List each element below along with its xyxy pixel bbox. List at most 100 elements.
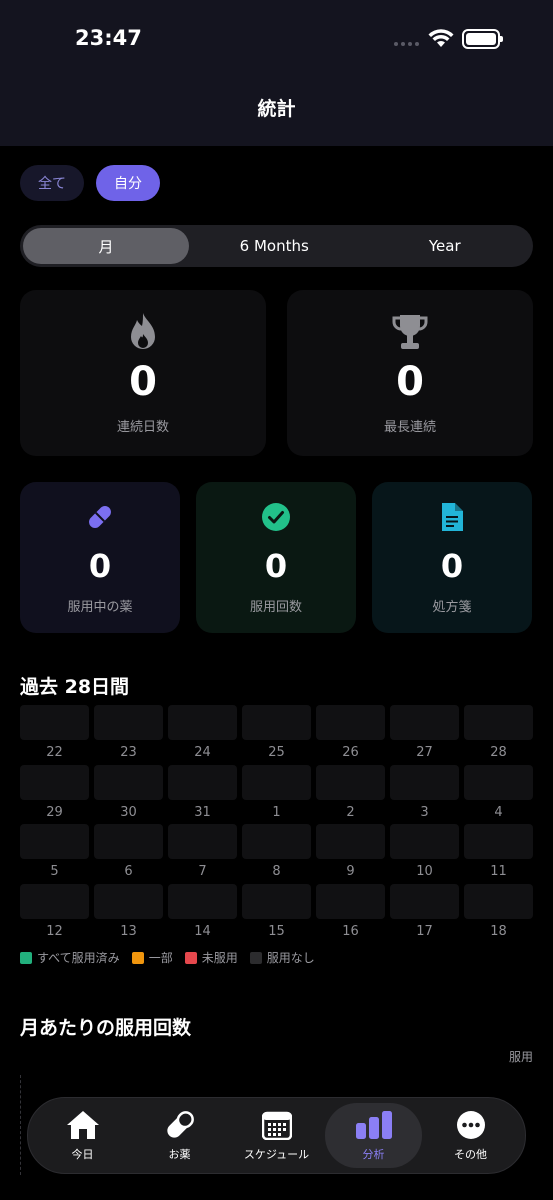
chart-unit-label: 服用 <box>508 1050 533 1064</box>
active-meds-value: 0 <box>88 547 112 585</box>
calendar-day[interactable]: 9 <box>316 824 385 884</box>
calendar-day[interactable]: 18 <box>464 883 533 944</box>
calendar-day-label: 11 <box>490 864 507 879</box>
calendar-day-label: 14 <box>194 923 211 939</box>
calendar-day-label: 29 <box>46 804 63 820</box>
calendar-day-label: 7 <box>198 864 207 879</box>
calendar-day[interactable]: 26 <box>316 705 385 765</box>
calendar-day[interactable]: 12 <box>20 883 89 944</box>
house-icon <box>66 1110 99 1139</box>
calendar-day-box <box>390 824 459 859</box>
calendar-day-box <box>316 883 385 919</box>
calendar-day[interactable]: 1 <box>242 764 311 825</box>
calendar-day[interactable]: 5 <box>20 824 89 884</box>
calendar-day[interactable]: 29 <box>20 764 89 825</box>
calendar-day[interactable]: 4 <box>464 764 533 825</box>
calendar-day-label: 16 <box>342 923 359 939</box>
legend-item: 未服用 <box>184 949 238 966</box>
calendar-day-label: 1 <box>272 804 281 820</box>
chip-self[interactable]: 自分 <box>96 165 160 201</box>
calendar-day-box <box>242 764 311 800</box>
legend-item: 一部 <box>131 949 173 966</box>
longest-streak-value: 0 <box>396 359 424 405</box>
calendar-day-box <box>316 824 385 859</box>
longest-streak-card: 0 最長連続 <box>287 290 533 456</box>
calendar-day[interactable]: 11 <box>464 824 533 884</box>
more-icon <box>456 1110 485 1139</box>
calendar-day-box <box>464 764 533 800</box>
calendar-day[interactable]: 27 <box>390 705 459 765</box>
chip-all[interactable]: 全て <box>20 165 84 201</box>
period-segmented-control: 月 6 Months Year <box>20 225 533 267</box>
calendar-day-label: 13 <box>120 923 137 939</box>
calendar-day-label: 17 <box>416 923 433 939</box>
calendar-day[interactable]: 16 <box>316 883 385 944</box>
calendar-day-box <box>390 883 459 919</box>
tab-schedule-label: スケジュール <box>243 1147 310 1161</box>
calendar-day-box <box>242 824 311 859</box>
calendar-day-label: 12 <box>46 923 63 939</box>
calendar-day-box <box>390 705 459 740</box>
calendar-day[interactable]: 25 <box>242 705 311 765</box>
tab-more[interactable]: その他 <box>422 1103 519 1168</box>
legend-item: 服用なし <box>249 949 315 966</box>
prescriptions-value: 0 <box>440 547 464 585</box>
calendar-day[interactable]: 24 <box>168 705 237 765</box>
chart-axis <box>20 1075 21 1175</box>
calendar-day[interactable]: 17 <box>390 883 459 944</box>
calendar-day[interactable]: 14 <box>168 883 237 944</box>
tab-analytics[interactable]: 分析 <box>325 1103 422 1168</box>
nav-header: 統計 <box>0 80 553 146</box>
status-bar: 23:47 <box>0 0 553 80</box>
calendar-day-box <box>168 705 237 740</box>
calendar-day[interactable]: 3 <box>390 764 459 825</box>
trophy-icon <box>392 315 428 349</box>
calendar-day[interactable]: 23 <box>94 705 163 765</box>
calendar-day[interactable]: 6 <box>94 824 163 884</box>
calendar-day[interactable]: 10 <box>390 824 459 884</box>
calendar-day[interactable]: 31 <box>168 764 237 825</box>
tab-today-label: 今日 <box>71 1147 94 1161</box>
calendar-day-label: 6 <box>124 864 133 879</box>
calendar-day-label: 31 <box>194 804 211 820</box>
calendar-day[interactable]: 22 <box>20 705 89 765</box>
calendar-day-label: 30 <box>120 804 137 820</box>
segment-6-months[interactable]: 6 Months <box>189 228 360 264</box>
calendar-day[interactable]: 15 <box>242 883 311 944</box>
pill-icon <box>89 506 111 528</box>
calendar-day-label: 5 <box>50 864 59 879</box>
calendar-day[interactable]: 8 <box>242 824 311 884</box>
calendar-day[interactable]: 13 <box>94 883 163 944</box>
check-circle-icon <box>262 503 290 531</box>
wifi-icon <box>428 29 454 47</box>
calendar-day-label: 26 <box>342 745 359 760</box>
calendar-day-box <box>390 764 459 800</box>
calendar-day-box <box>316 764 385 800</box>
calendar-day[interactable]: 28 <box>464 705 533 765</box>
tab-meds[interactable]: お薬 <box>131 1103 228 1168</box>
streak-card: 0 連続日数 <box>20 290 266 456</box>
calendar-grid: 22 23 24 25 26 27 28 29 30 31 1 2 3 4 5 6 7 8 9 10 11 12 13 14 1… <box>20 705 534 943</box>
tab-today[interactable]: 今日 <box>34 1103 131 1168</box>
legend-label: 未服用 <box>201 951 238 965</box>
doses-value: 0 <box>264 547 288 585</box>
calendar-day-box <box>20 764 89 800</box>
calendar-day[interactable]: 2 <box>316 764 385 825</box>
calendar-day-label: 9 <box>346 864 355 879</box>
calendar-day-label: 3 <box>420 804 429 820</box>
calendar-day[interactable]: 7 <box>168 824 237 884</box>
tab-meds-label: お薬 <box>168 1147 191 1161</box>
segment-year[interactable]: Year <box>360 228 531 264</box>
segment-month[interactable]: 月 <box>23 228 189 264</box>
legend-item: すべて服用済み <box>20 949 120 966</box>
legend-swatch <box>20 951 32 964</box>
calendar-day-box <box>94 824 163 859</box>
tab-schedule[interactable]: スケジュール <box>228 1103 325 1168</box>
legend-swatch <box>131 951 144 964</box>
calendar-day-label: 25 <box>268 745 285 760</box>
doses-card: 0 服用回数 <box>196 482 356 633</box>
cellular-icon <box>394 42 419 46</box>
calendar-day-box <box>316 705 385 740</box>
doses-label: 服用回数 <box>249 600 302 615</box>
calendar-day[interactable]: 30 <box>94 764 163 825</box>
